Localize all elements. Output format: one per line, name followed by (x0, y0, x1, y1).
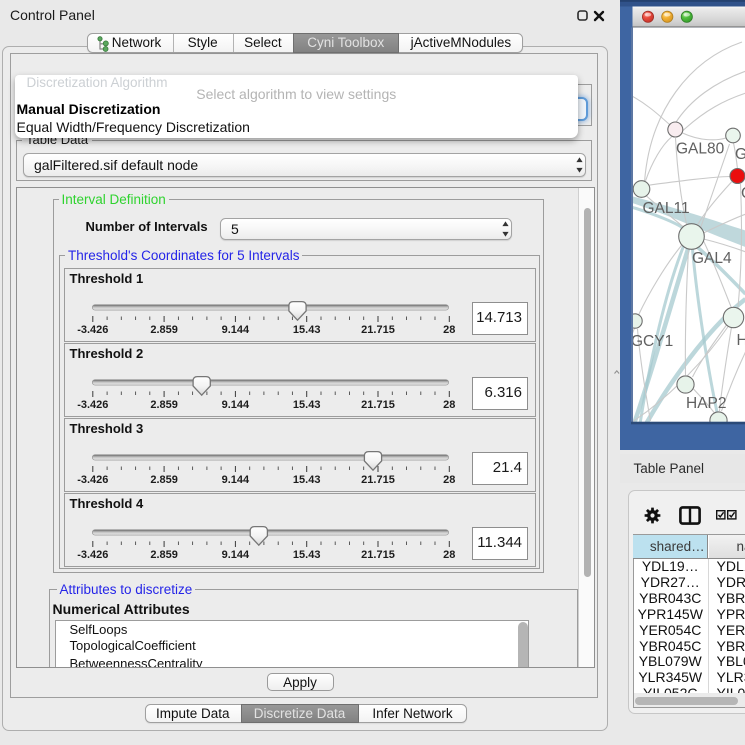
svg-text:-3.426: -3.426 (77, 399, 108, 411)
svg-text:28: 28 (443, 399, 455, 411)
svg-text:21.715: 21.715 (361, 399, 395, 411)
svg-text:GCY1: GCY1 (631, 333, 673, 350)
svg-text:28: 28 (443, 549, 455, 561)
svg-text:15.43: 15.43 (293, 549, 321, 561)
svg-text:9.144: 9.144 (222, 324, 250, 336)
svg-text:2.859: 2.859 (150, 324, 178, 336)
svg-text:2.859: 2.859 (150, 399, 178, 411)
svg-text:9.144: 9.144 (222, 474, 250, 486)
svg-text:21.715: 21.715 (361, 324, 395, 336)
svg-text:GAL11: GAL11 (642, 200, 689, 217)
svg-text:21.715: 21.715 (361, 474, 395, 486)
svg-text:15.43: 15.43 (293, 399, 321, 411)
svg-text:-3.426: -3.426 (77, 324, 108, 336)
svg-text:CDC2: CDC2 (741, 185, 745, 202)
svg-text:GAL3: GAL3 (735, 146, 745, 163)
svg-text:GAL4: GAL4 (692, 250, 732, 267)
svg-text:9.144: 9.144 (222, 399, 250, 411)
svg-text:HAP2: HAP2 (686, 395, 727, 412)
svg-text:28: 28 (443, 474, 455, 486)
svg-text:9.144: 9.144 (222, 549, 250, 561)
svg-text:21.715: 21.715 (361, 549, 395, 561)
svg-text:-3.426: -3.426 (77, 474, 108, 486)
svg-text:-3.426: -3.426 (77, 549, 108, 561)
svg-text:2.859: 2.859 (150, 549, 178, 561)
svg-text:15.43: 15.43 (293, 324, 321, 336)
svg-text:GAL80: GAL80 (676, 141, 725, 158)
svg-text:HIS: HIS (736, 332, 745, 349)
svg-text:15.43: 15.43 (293, 474, 321, 486)
svg-text:28: 28 (443, 324, 455, 336)
svg-text:2.859: 2.859 (150, 474, 178, 486)
